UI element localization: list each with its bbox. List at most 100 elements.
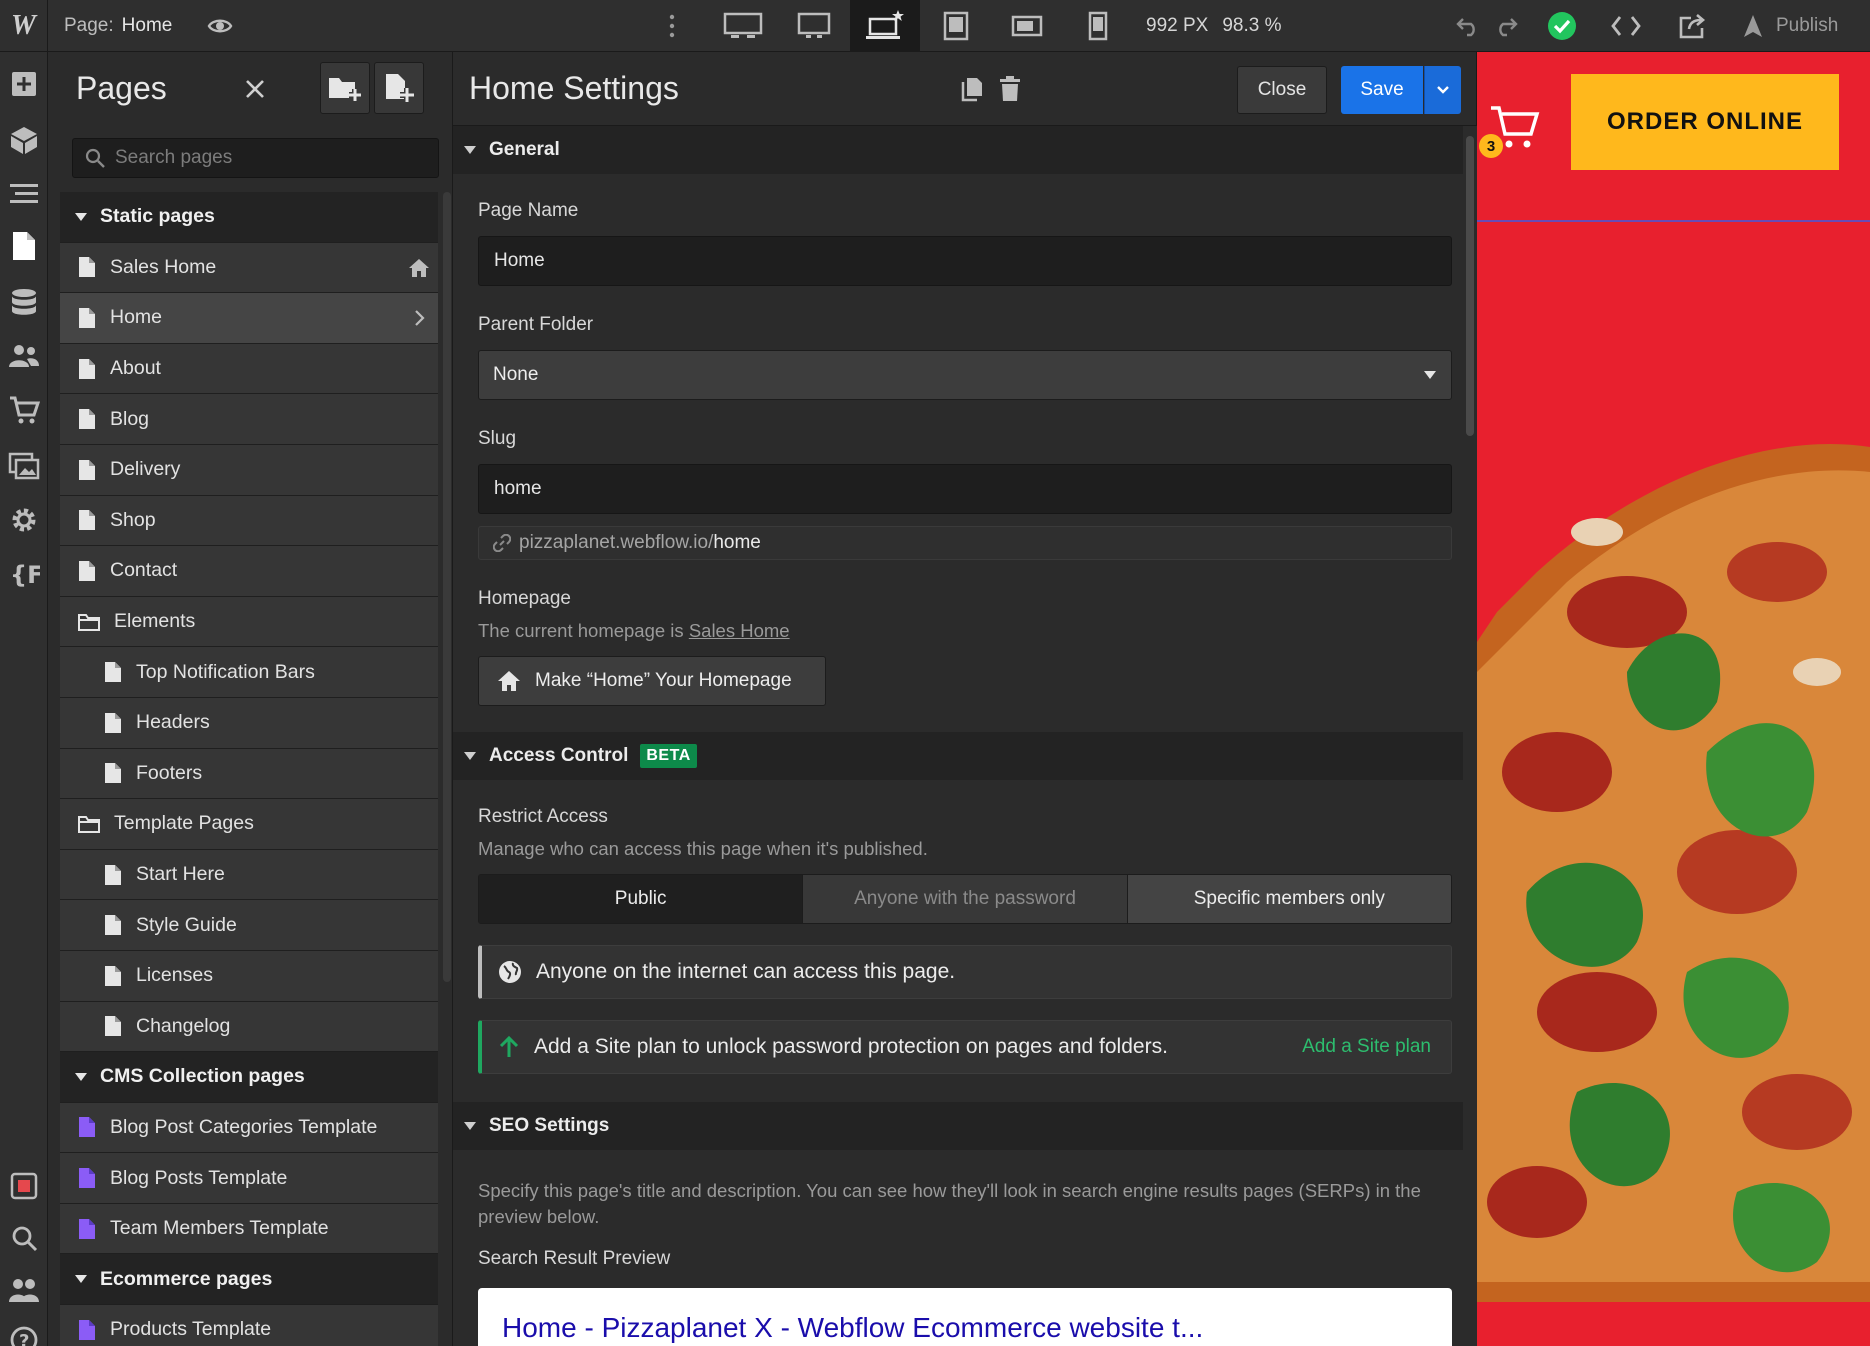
cms-database-icon[interactable] [6,284,42,320]
close-pages-panel-icon[interactable] [238,72,272,106]
page-name-input[interactable] [479,237,1451,285]
breakpoint-mobile-landscape-icon[interactable] [992,0,1062,52]
page-row[interactable]: Blog [60,394,438,445]
pages-panel: Pages Static pages Sales Home Home About Blo… [48,52,453,1346]
access-option-members[interactable]: Specific members only [1127,875,1451,923]
chevron-right-icon[interactable] [406,305,432,331]
upgrade-text: Add a Site plan to unlock password prote… [534,1035,1168,1058]
save-options-dropdown[interactable] [1424,66,1461,114]
pages-icon[interactable] [6,228,42,264]
status-check-icon[interactable] [1546,10,1578,42]
breakpoint-xl-icon[interactable] [779,0,849,52]
preview-eye-icon[interactable] [206,12,234,40]
slug-field[interactable] [478,464,1452,514]
access-control-section-header[interactable]: Access Control BETA [453,732,1463,780]
logic-flows-icon[interactable]: {F [6,556,42,592]
webflow-logo[interactable]: W [0,0,48,52]
redo-icon[interactable] [1490,10,1522,42]
page-row[interactable]: Top Notification Bars [60,647,438,698]
page-group-header[interactable]: Static pages [60,192,438,243]
access-option-password[interactable]: Anyone with the password [802,875,1128,923]
record-icon[interactable] [6,1168,42,1204]
help-icon[interactable]: ? [6,1322,42,1346]
page-name-field[interactable] [478,236,1452,286]
page-icon [105,712,121,733]
page-row[interactable]: Headers [60,697,438,749]
search-icon[interactable] [6,1220,42,1256]
search-pages-field[interactable] [72,138,439,178]
add-site-plan-link[interactable]: Add a Site plan [1302,1036,1431,1058]
page-row[interactable]: Team Members Template [60,1203,438,1255]
page-row[interactable]: Changelog [60,1001,438,1053]
general-section-header[interactable]: General [453,126,1463,174]
page-row[interactable]: Shop [60,495,438,547]
top-bar: W Page: Home 992 PX 98.3 % Publish [0,0,1870,52]
pizza-image [1477,443,1870,1303]
page-group-header[interactable]: CMS Collection pages [60,1052,438,1103]
canvas-preview[interactable]: 3 ORDER ONLINE [1477,52,1870,1346]
collaborators-icon[interactable] [6,1272,42,1308]
page-row-label: Contact [110,559,178,582]
page-row[interactable]: Home [60,293,438,344]
page-row[interactable]: Delivery [60,444,438,496]
page-row[interactable]: Footers [60,748,438,800]
page-row[interactable]: Sales Home [60,242,438,294]
access-option-public[interactable]: Public [479,875,803,923]
page-row-label: Shop [110,508,156,531]
assets-images-icon[interactable] [6,448,42,484]
undo-icon[interactable] [1452,10,1484,42]
cms-page-icon [79,1168,95,1189]
page-row[interactable]: Start Here [60,849,438,901]
settings-scroll-thumb[interactable] [1466,136,1474,436]
breakpoint-mobile-portrait-icon[interactable] [1063,0,1133,52]
breakpoint-xxl-icon[interactable] [708,0,778,52]
page-row-label: Style Guide [136,913,237,936]
page-row[interactable]: Style Guide [60,900,438,951]
page-group-header[interactable]: Ecommerce pages [60,1254,438,1306]
slug-input[interactable] [479,465,1451,513]
users-icon[interactable] [6,338,42,374]
homepage-link[interactable]: Sales Home [689,620,790,641]
search-pages-input[interactable] [115,147,415,169]
publish-button[interactable]: Publish [1740,0,1838,52]
components-cube-icon[interactable] [6,122,42,158]
save-button[interactable]: Save [1341,66,1423,114]
parent-folder-select[interactable]: None [478,350,1452,400]
current-page-indicator[interactable]: Page: Home [64,0,172,52]
add-folder-button[interactable] [320,62,370,114]
homepage-text: The current homepage is [478,620,684,641]
navigator-icon[interactable] [6,176,42,212]
page-row-label: Blog Posts Template [110,1166,288,1189]
page-row[interactable]: About [60,343,438,395]
more-options-icon[interactable] [662,12,682,40]
pages-scrollbar[interactable] [443,192,451,982]
page-row[interactable]: Blog Posts Template [60,1153,438,1204]
breakpoint-tablet-icon[interactable] [921,0,991,52]
settings-gear-icon[interactable] [6,502,42,538]
folder-plus-icon [329,78,361,101]
folder-row[interactable]: Template Pages [60,799,438,850]
close-button[interactable]: Close [1237,66,1327,114]
page-row[interactable]: Blog Post Categories Template [60,1102,438,1154]
page-row[interactable]: Products Template [60,1305,438,1346]
export-icon[interactable] [1676,10,1708,42]
code-icon[interactable] [1610,10,1642,42]
add-panel-icon[interactable] [6,66,42,102]
add-page-button[interactable] [374,62,424,114]
delete-page-icon[interactable] [995,74,1025,104]
make-homepage-button[interactable]: Make “Home” Your Homepage [478,656,826,706]
order-online-button[interactable]: ORDER ONLINE [1571,74,1839,170]
page-url[interactable]: pizzaplanet.webflow.io/home [478,526,1452,560]
page-row[interactable]: Contact [60,546,438,597]
page-row[interactable]: Licenses [60,950,438,1002]
site-header-preview: 3 ORDER ONLINE [1477,52,1870,222]
page-row-label: Blog Post Categories Template [110,1115,378,1138]
settings-scrollbar[interactable] [1463,126,1477,1346]
cms-page-icon [79,1218,95,1239]
seo-section-header[interactable]: SEO Settings [453,1102,1463,1150]
search-preview-label: Search Result Preview [478,1248,671,1269]
folder-row[interactable]: Elements [60,596,438,648]
breakpoint-desktop-icon[interactable] [850,0,920,52]
ecommerce-cart-icon[interactable] [6,392,42,428]
duplicate-page-icon[interactable] [958,74,988,104]
